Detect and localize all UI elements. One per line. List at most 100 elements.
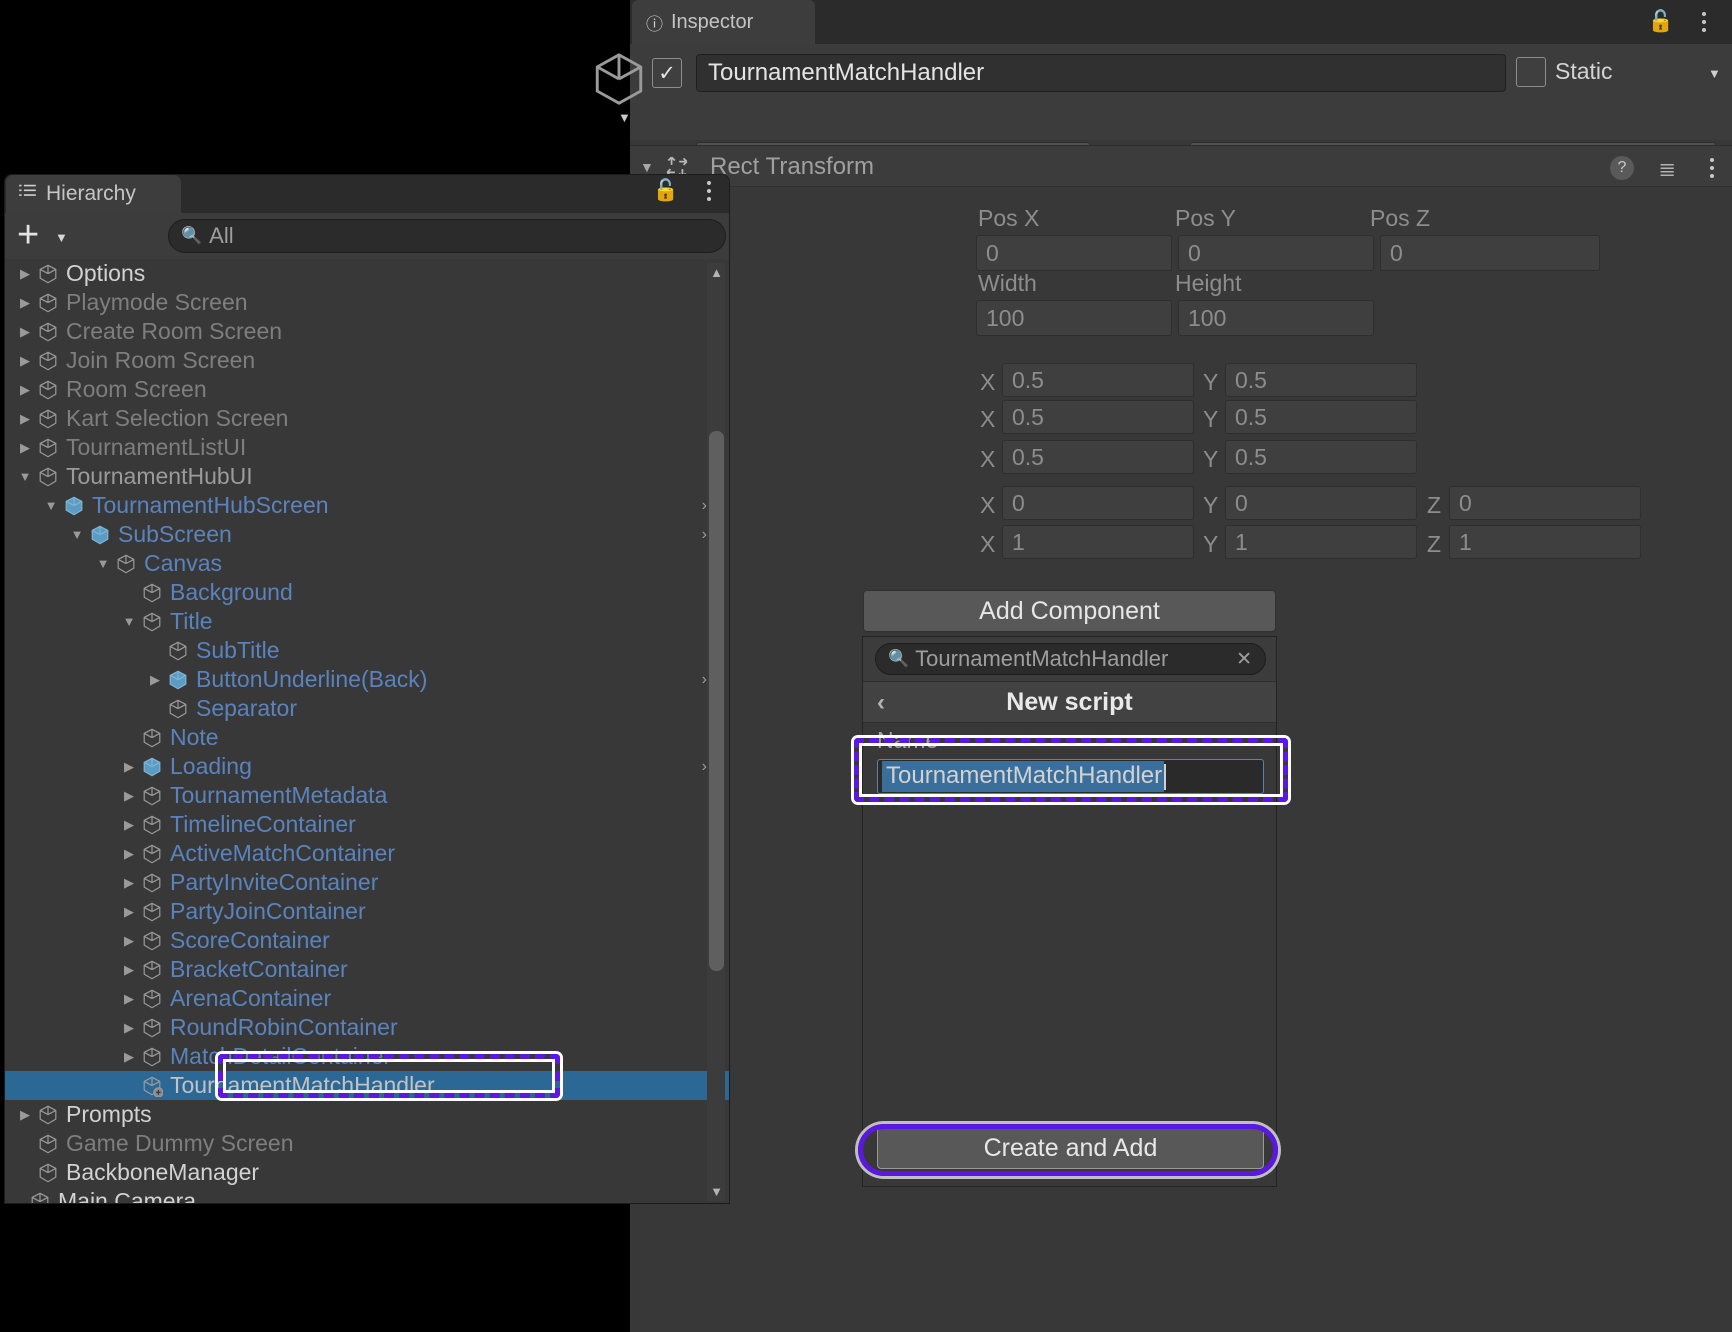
hierarchy-row[interactable]: ▶Background <box>5 578 730 607</box>
pos-y-field[interactable]: 0 <box>1178 235 1374 271</box>
foldout-open-icon[interactable]: ▼ <box>95 556 111 572</box>
scroll-down-icon[interactable]: ▼ <box>710 1184 723 1199</box>
rotation-z-field[interactable]: 0 <box>1449 486 1641 520</box>
hierarchy-row[interactable]: ▶Separator <box>5 694 730 723</box>
foldout-closed-icon[interactable]: ▶ <box>17 324 33 340</box>
foldout-closed-icon[interactable]: ▶ <box>121 846 137 862</box>
hierarchy-row[interactable]: ▶SubTitle <box>5 636 730 665</box>
kebab-menu-icon[interactable] <box>707 181 711 201</box>
hierarchy-row[interactable]: ▶PartyJoinContainer <box>5 897 730 926</box>
hierarchy-row[interactable]: ▶Join Room Screen <box>5 346 730 375</box>
foldout-closed-icon[interactable]: ▶ <box>121 962 137 978</box>
hierarchy-row[interactable]: ▶Kart Selection Screen <box>5 404 730 433</box>
hierarchy-row[interactable]: ▶BracketContainer <box>5 955 730 984</box>
script-name-input[interactable]: TournamentMatchHandler <box>877 759 1264 794</box>
hierarchy-row[interactable]: ▶PartyInviteContainer <box>5 868 730 897</box>
anchor-min-x-field[interactable]: 0.5 <box>1002 363 1194 397</box>
width-field[interactable]: 100 <box>976 300 1172 336</box>
scale-y-field[interactable]: 1 <box>1225 525 1417 559</box>
foldout-closed-icon[interactable]: ▶ <box>17 1107 33 1123</box>
rect-transform-foldout-icon[interactable]: ▼ <box>640 159 654 175</box>
hierarchy-row[interactable]: ▶ButtonUnderline(Back)› <box>5 665 730 694</box>
foldout-closed-icon[interactable]: ▶ <box>17 411 33 427</box>
foldout-closed-icon[interactable]: ▶ <box>121 904 137 920</box>
foldout-closed-icon[interactable]: ▶ <box>17 440 33 456</box>
anchor-max-x-field[interactable]: 0.5 <box>1002 400 1194 434</box>
chevron-down-icon[interactable]: ▼ <box>55 230 68 245</box>
anchor-max-y-field[interactable]: 0.5 <box>1225 400 1417 434</box>
hierarchy-row[interactable]: ▶Loading› <box>5 752 730 781</box>
static-dropdown-arrow-icon[interactable]: ▼ <box>1708 66 1721 81</box>
hierarchy-row[interactable]: ▶RoundRobinContainer <box>5 1013 730 1042</box>
height-field[interactable]: 100 <box>1178 300 1374 336</box>
scale-x-field[interactable]: 1 <box>1002 525 1194 559</box>
kebab-menu-icon[interactable] <box>1692 6 1716 38</box>
gameobject-name-field[interactable]: TournamentMatchHandler <box>696 54 1506 92</box>
foldout-closed-icon[interactable]: ▶ <box>121 788 137 804</box>
hierarchy-row[interactable]: ▶Main Camera <box>5 1187 730 1204</box>
hierarchy-row[interactable]: ▶Game Dummy Screen <box>5 1129 730 1158</box>
hierarchy-row[interactable]: ▶Options <box>5 259 730 288</box>
hierarchy-row[interactable]: ▼TournamentHubScreen› <box>5 491 730 520</box>
foldout-closed-icon[interactable]: ▶ <box>17 353 33 369</box>
foldout-closed-icon[interactable]: ▶ <box>121 1049 137 1065</box>
pos-x-field[interactable]: 0 <box>976 235 1172 271</box>
tab-hierarchy[interactable]: Hierarchy <box>6 175 181 213</box>
lock-open-icon[interactable]: 🔓 <box>653 179 679 203</box>
anchor-min-y-field[interactable]: 0.5 <box>1225 363 1417 397</box>
chevron-left-icon[interactable]: ‹ <box>877 689 885 717</box>
hierarchy-row[interactable]: ▶Note <box>5 723 730 752</box>
add-component-button[interactable]: Add Component <box>863 590 1276 632</box>
hierarchy-row[interactable]: ▶TimelineContainer <box>5 810 730 839</box>
kebab-menu-icon[interactable] <box>1710 158 1714 178</box>
foldout-open-icon[interactable]: ▼ <box>121 614 137 630</box>
hierarchy-row[interactable]: ▶ArenaContainer <box>5 984 730 1013</box>
hierarchy-row[interactable]: ▶MatchDetailContainer <box>5 1042 730 1071</box>
foldout-open-icon[interactable]: ▼ <box>17 469 33 485</box>
hierarchy-row[interactable]: ▶Create Room Screen <box>5 317 730 346</box>
gameobject-foldout-icon[interactable]: ▼ <box>618 110 631 125</box>
clear-icon[interactable]: ✕ <box>1236 648 1252 671</box>
hierarchy-row[interactable]: ▶TournamentMetadata <box>5 781 730 810</box>
hierarchy-scrollbar-thumb[interactable] <box>709 431 724 971</box>
hierarchy-row[interactable]: ▶ActiveMatchContainer <box>5 839 730 868</box>
tab-inspector[interactable]: ⓘ Inspector <box>632 0 815 44</box>
pos-z-field[interactable]: 0 <box>1380 235 1600 271</box>
hierarchy-row[interactable]: ▶Playmode Screen <box>5 288 730 317</box>
foldout-closed-icon[interactable]: ▶ <box>147 672 163 688</box>
hierarchy-row-selected[interactable]: ▶TournamentMatchHandler <box>5 1071 730 1100</box>
hierarchy-row[interactable]: ▶TournamentListUI <box>5 433 730 462</box>
foldout-closed-icon[interactable]: ▶ <box>121 933 137 949</box>
pivot-y-field[interactable]: 0.5 <box>1225 440 1417 474</box>
rect-transform-header[interactable]: ▼ Rect Transform ? ≣ <box>630 145 1732 187</box>
hierarchy-row[interactable]: ▶Prompts <box>5 1100 730 1129</box>
hierarchy-row[interactable]: ▼SubScreen› <box>5 520 730 549</box>
lock-open-icon[interactable]: 🔓 <box>1648 8 1674 36</box>
hierarchy-row[interactable]: ▶BackboneManager <box>5 1158 730 1187</box>
foldout-closed-icon[interactable]: ▶ <box>17 382 33 398</box>
rotation-y-field[interactable]: 0 <box>1225 486 1417 520</box>
foldout-closed-icon[interactable]: ▶ <box>17 295 33 311</box>
hierarchy-row[interactable]: ▼Canvas <box>5 549 730 578</box>
component-search-input[interactable]: 🔍 TournamentMatchHandler ✕ <box>875 643 1266 675</box>
create-and-add-button[interactable]: Create and Add <box>877 1127 1264 1169</box>
foldout-open-icon[interactable]: ▼ <box>43 498 59 514</box>
hierarchy-row[interactable]: ▶ScoreContainer <box>5 926 730 955</box>
add-gameobject-button[interactable]: + <box>17 216 39 254</box>
hierarchy-tree[interactable]: ▶Options▶Playmode Screen▶Create Room Scr… <box>5 259 730 1204</box>
scale-z-field[interactable]: 1 <box>1449 525 1641 559</box>
help-icon[interactable]: ? <box>1610 156 1634 180</box>
hierarchy-row[interactable]: ▶Room Screen <box>5 375 730 404</box>
hierarchy-row[interactable]: ▼Title <box>5 607 730 636</box>
gameobject-enabled-checkbox[interactable]: ✓ <box>652 58 682 88</box>
hierarchy-row[interactable]: ▼TournamentHubUI <box>5 462 730 491</box>
foldout-closed-icon[interactable]: ▶ <box>121 1020 137 1036</box>
preset-icon[interactable]: ≣ <box>1658 157 1676 182</box>
foldout-closed-icon[interactable]: ▶ <box>121 875 137 891</box>
foldout-closed-icon[interactable]: ▶ <box>121 817 137 833</box>
foldout-closed-icon[interactable]: ▶ <box>17 266 33 282</box>
hierarchy-search-input[interactable]: 🔍 All <box>168 219 726 253</box>
pivot-x-field[interactable]: 0.5 <box>1002 440 1194 474</box>
static-checkbox[interactable] <box>1516 57 1546 87</box>
rotation-x-field[interactable]: 0 <box>1002 486 1194 520</box>
